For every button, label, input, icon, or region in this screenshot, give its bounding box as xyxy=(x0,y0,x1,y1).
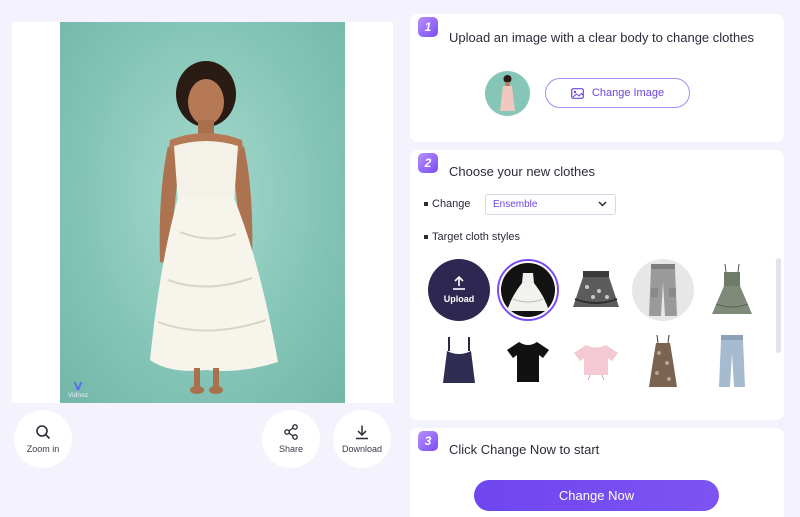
zoom-in-label: Zoom in xyxy=(26,444,60,454)
download-label: Download xyxy=(341,444,383,454)
tshirt-image xyxy=(507,342,549,382)
change-now-button[interactable]: Change Now xyxy=(474,480,719,511)
crop-top-image xyxy=(574,345,618,381)
upload-cloth-button[interactable]: Upload xyxy=(428,259,490,321)
uploaded-image-thumbnail xyxy=(485,71,530,116)
model-photo: V Vidnoz xyxy=(60,22,345,403)
image-icon xyxy=(571,87,584,99)
step2-number: 2 xyxy=(418,153,438,173)
style-navy-cami-top[interactable] xyxy=(428,330,490,392)
thumbnail-figure xyxy=(500,75,515,111)
cargo-pants-image xyxy=(649,264,677,316)
change-type-value: Ensemble xyxy=(493,199,538,210)
jeans-image xyxy=(719,335,745,387)
share-label: Share xyxy=(278,444,304,454)
step1-card: 1 Upload an image with a clear body to c… xyxy=(410,14,784,142)
style-wedding-dress[interactable] xyxy=(497,259,559,321)
step2-title: Choose your new clothes xyxy=(449,164,595,179)
download-button[interactable]: Download xyxy=(333,410,391,468)
step3-title: Click Change Now to start xyxy=(449,442,600,457)
change-type-select[interactable]: Ensemble xyxy=(485,194,616,215)
cami-top-image xyxy=(443,337,475,383)
wedding-dress-image xyxy=(507,273,549,311)
style-gray-cargo-pants[interactable] xyxy=(632,259,694,321)
style-pink-crop-top[interactable] xyxy=(565,330,627,392)
share-icon xyxy=(284,424,298,440)
step2-card: 2 Choose your new clothes Change Ensembl… xyxy=(410,150,784,420)
style-floral-mini-dress[interactable] xyxy=(701,259,763,321)
preview-panel: V Vidnoz xyxy=(12,22,393,403)
model-illustration xyxy=(150,61,278,394)
style-floral-skirt[interactable] xyxy=(565,259,627,321)
step3-number: 3 xyxy=(418,431,438,451)
styles-scrollbar[interactable] xyxy=(776,258,781,353)
mini-dress-image xyxy=(712,263,752,314)
style-light-jeans[interactable] xyxy=(701,330,763,392)
change-image-button[interactable]: Change Image xyxy=(545,78,690,108)
step3-card: 3 Click Change Now to start Change Now xyxy=(410,428,784,517)
chevron-down-icon xyxy=(598,201,607,207)
download-icon xyxy=(356,425,368,440)
step1-title: Upload an image with a clear body to cha… xyxy=(449,30,754,45)
upload-label: Upload xyxy=(443,294,475,304)
change-type-label: Change xyxy=(424,198,471,210)
print-dress-image xyxy=(649,334,677,387)
share-button[interactable]: Share xyxy=(262,410,320,468)
upload-icon xyxy=(453,276,465,290)
style-black-tshirt[interactable] xyxy=(497,330,559,392)
step1-number: 1 xyxy=(418,17,438,37)
floral-skirt-image xyxy=(573,271,619,307)
zoom-in-button[interactable]: Zoom in xyxy=(14,410,72,468)
change-image-label: Change Image xyxy=(591,87,665,99)
magnifier-icon xyxy=(36,425,51,440)
target-styles-label: Target cloth styles xyxy=(424,231,520,243)
style-brown-print-dress[interactable] xyxy=(632,330,694,392)
watermark-icon: V xyxy=(73,380,83,393)
watermark-logo: V Vidnoz xyxy=(68,380,89,399)
